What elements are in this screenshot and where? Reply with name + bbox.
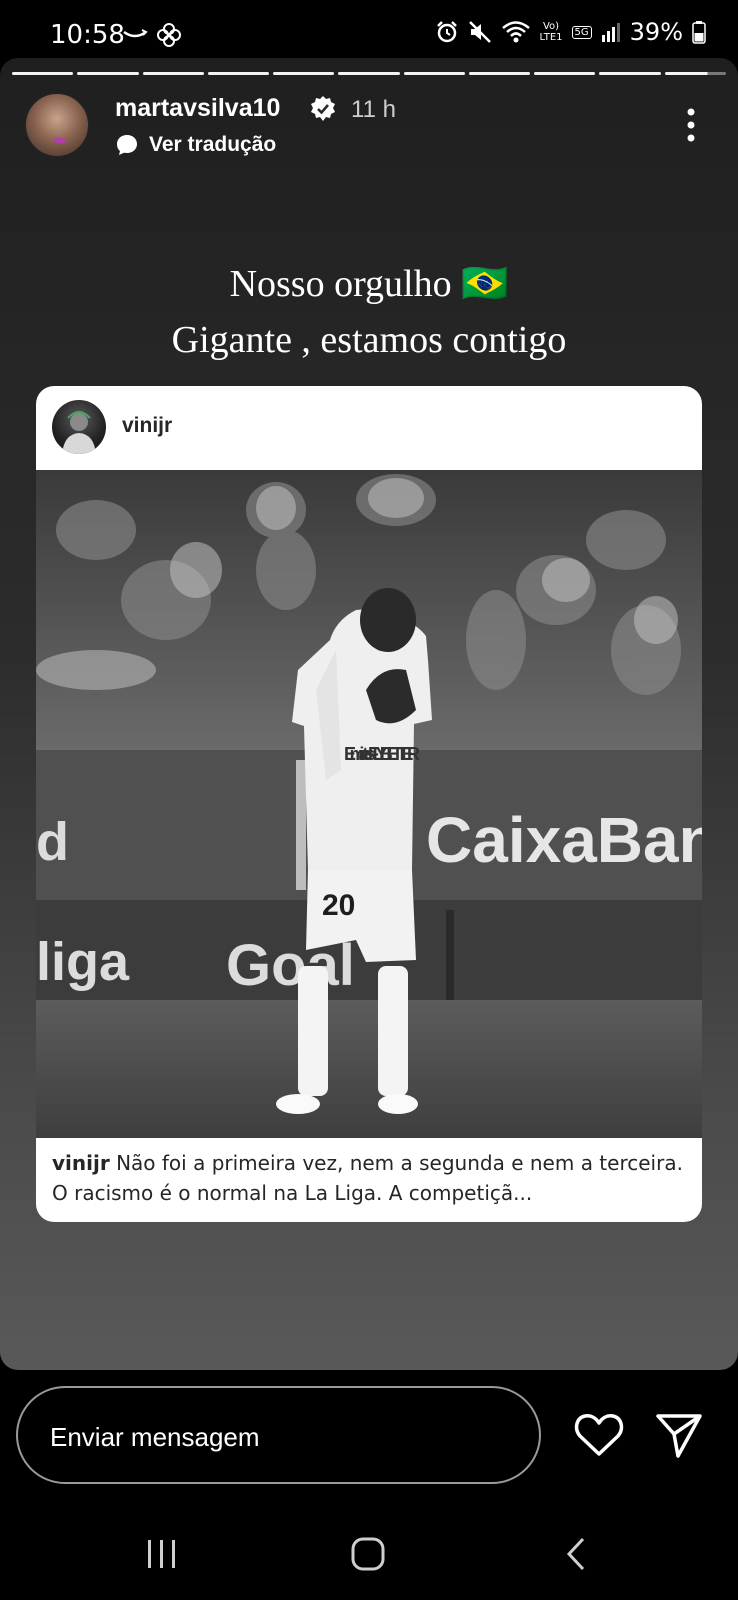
recent-apps-icon[interactable]: [145, 1538, 179, 1570]
verified-icon: [311, 96, 335, 121]
liga-board: liga: [36, 932, 130, 992]
volte-indicator: Vo) LTE1: [540, 21, 563, 43]
shared-post-avatar: [52, 400, 106, 454]
progress-segment: [403, 72, 465, 75]
battery-percent: 39%: [629, 18, 683, 46]
progress-segment: [207, 72, 270, 75]
message-input[interactable]: Enviar mensagem: [16, 1386, 541, 1484]
progress-segment: [273, 72, 335, 75]
shared-post-card[interactable]: vinijr CaixaBan d liga Goal Emirates FLY…: [36, 386, 702, 1222]
status-right-icons: Vo) LTE1 5G 39%: [435, 18, 706, 46]
alarm-icon: [436, 21, 457, 43]
progress-segment: [599, 72, 661, 75]
mute-icon: [468, 21, 491, 43]
progress-segment: [338, 72, 400, 75]
svg-text:d: d: [36, 812, 69, 872]
shared-post-caption: vinijr Não foi a primeira vez, nem a seg…: [52, 1148, 688, 1208]
story-headline: Nosso orgulho 🇧🇷 Gigante , estamos conti…: [0, 256, 738, 368]
translate-icon: [117, 135, 137, 155]
smile-notification-icon: [123, 29, 148, 38]
signal-icon: [601, 23, 620, 42]
translate-link[interactable]: Ver tradução: [115, 133, 276, 157]
status-left-icons: [122, 22, 182, 48]
shared-post-username: vinijr: [122, 414, 173, 437]
author-avatar[interactable]: [24, 92, 90, 158]
headline-line-2: Gigante , estamos contigo: [171, 319, 567, 361]
message-placeholder: Enviar mensagem: [50, 1422, 260, 1452]
heart-icon[interactable]: [574, 1412, 624, 1458]
back-icon[interactable]: [565, 1536, 587, 1572]
progress-segment: [468, 72, 531, 75]
5g-indicator: 5G: [571, 25, 592, 39]
wifi-icon: [501, 21, 530, 43]
progress-segment: [664, 72, 726, 75]
caption-username: vinijr: [52, 1151, 110, 1175]
lte-label: LTE1: [539, 32, 563, 43]
send-icon[interactable]: [654, 1410, 704, 1460]
home-icon[interactable]: [350, 1536, 386, 1572]
more-icon[interactable]: [686, 108, 696, 142]
progress-segment: [534, 72, 596, 75]
progress-segment: [142, 72, 204, 75]
5g-label: 5G: [574, 26, 589, 38]
story-time-ago: 11 h: [351, 96, 396, 123]
player-photo: CaixaBank d liga Goal Emirates FLY BETTE…: [36, 470, 702, 1138]
story-progress-bar: [12, 72, 726, 75]
author-username[interactable]: martavsilva10: [115, 94, 280, 123]
caixabank-board: CaixaBank: [426, 804, 702, 876]
caption-text: Não foi a primeira vez, nem a segunda e …: [52, 1151, 683, 1205]
pinwheel-icon: [157, 23, 181, 47]
headline-line-1: Nosso orgulho 🇧🇷: [229, 263, 509, 305]
progress-segment: [77, 72, 139, 75]
progress-segment: [12, 72, 74, 75]
battery-icon: [692, 21, 706, 44]
translate-label: Ver tradução: [149, 133, 277, 156]
avatar-image: [62, 411, 96, 454]
shared-post-header: vinijr: [36, 386, 702, 470]
shirt-sponsor: Emirates FLY BETTER: [344, 744, 420, 764]
volte-label: Vo): [542, 21, 560, 32]
status-time: 10:58: [50, 20, 125, 50]
system-nav-bar: [0, 1510, 738, 1600]
shared-post-photo: CaixaBank d liga Goal Emirates FLY BETTE…: [36, 470, 702, 1138]
story-viewer[interactable]: martavsilva10 11 h Ver tradução Nosso or…: [0, 58, 738, 1370]
shirt-number: 20: [322, 889, 355, 922]
